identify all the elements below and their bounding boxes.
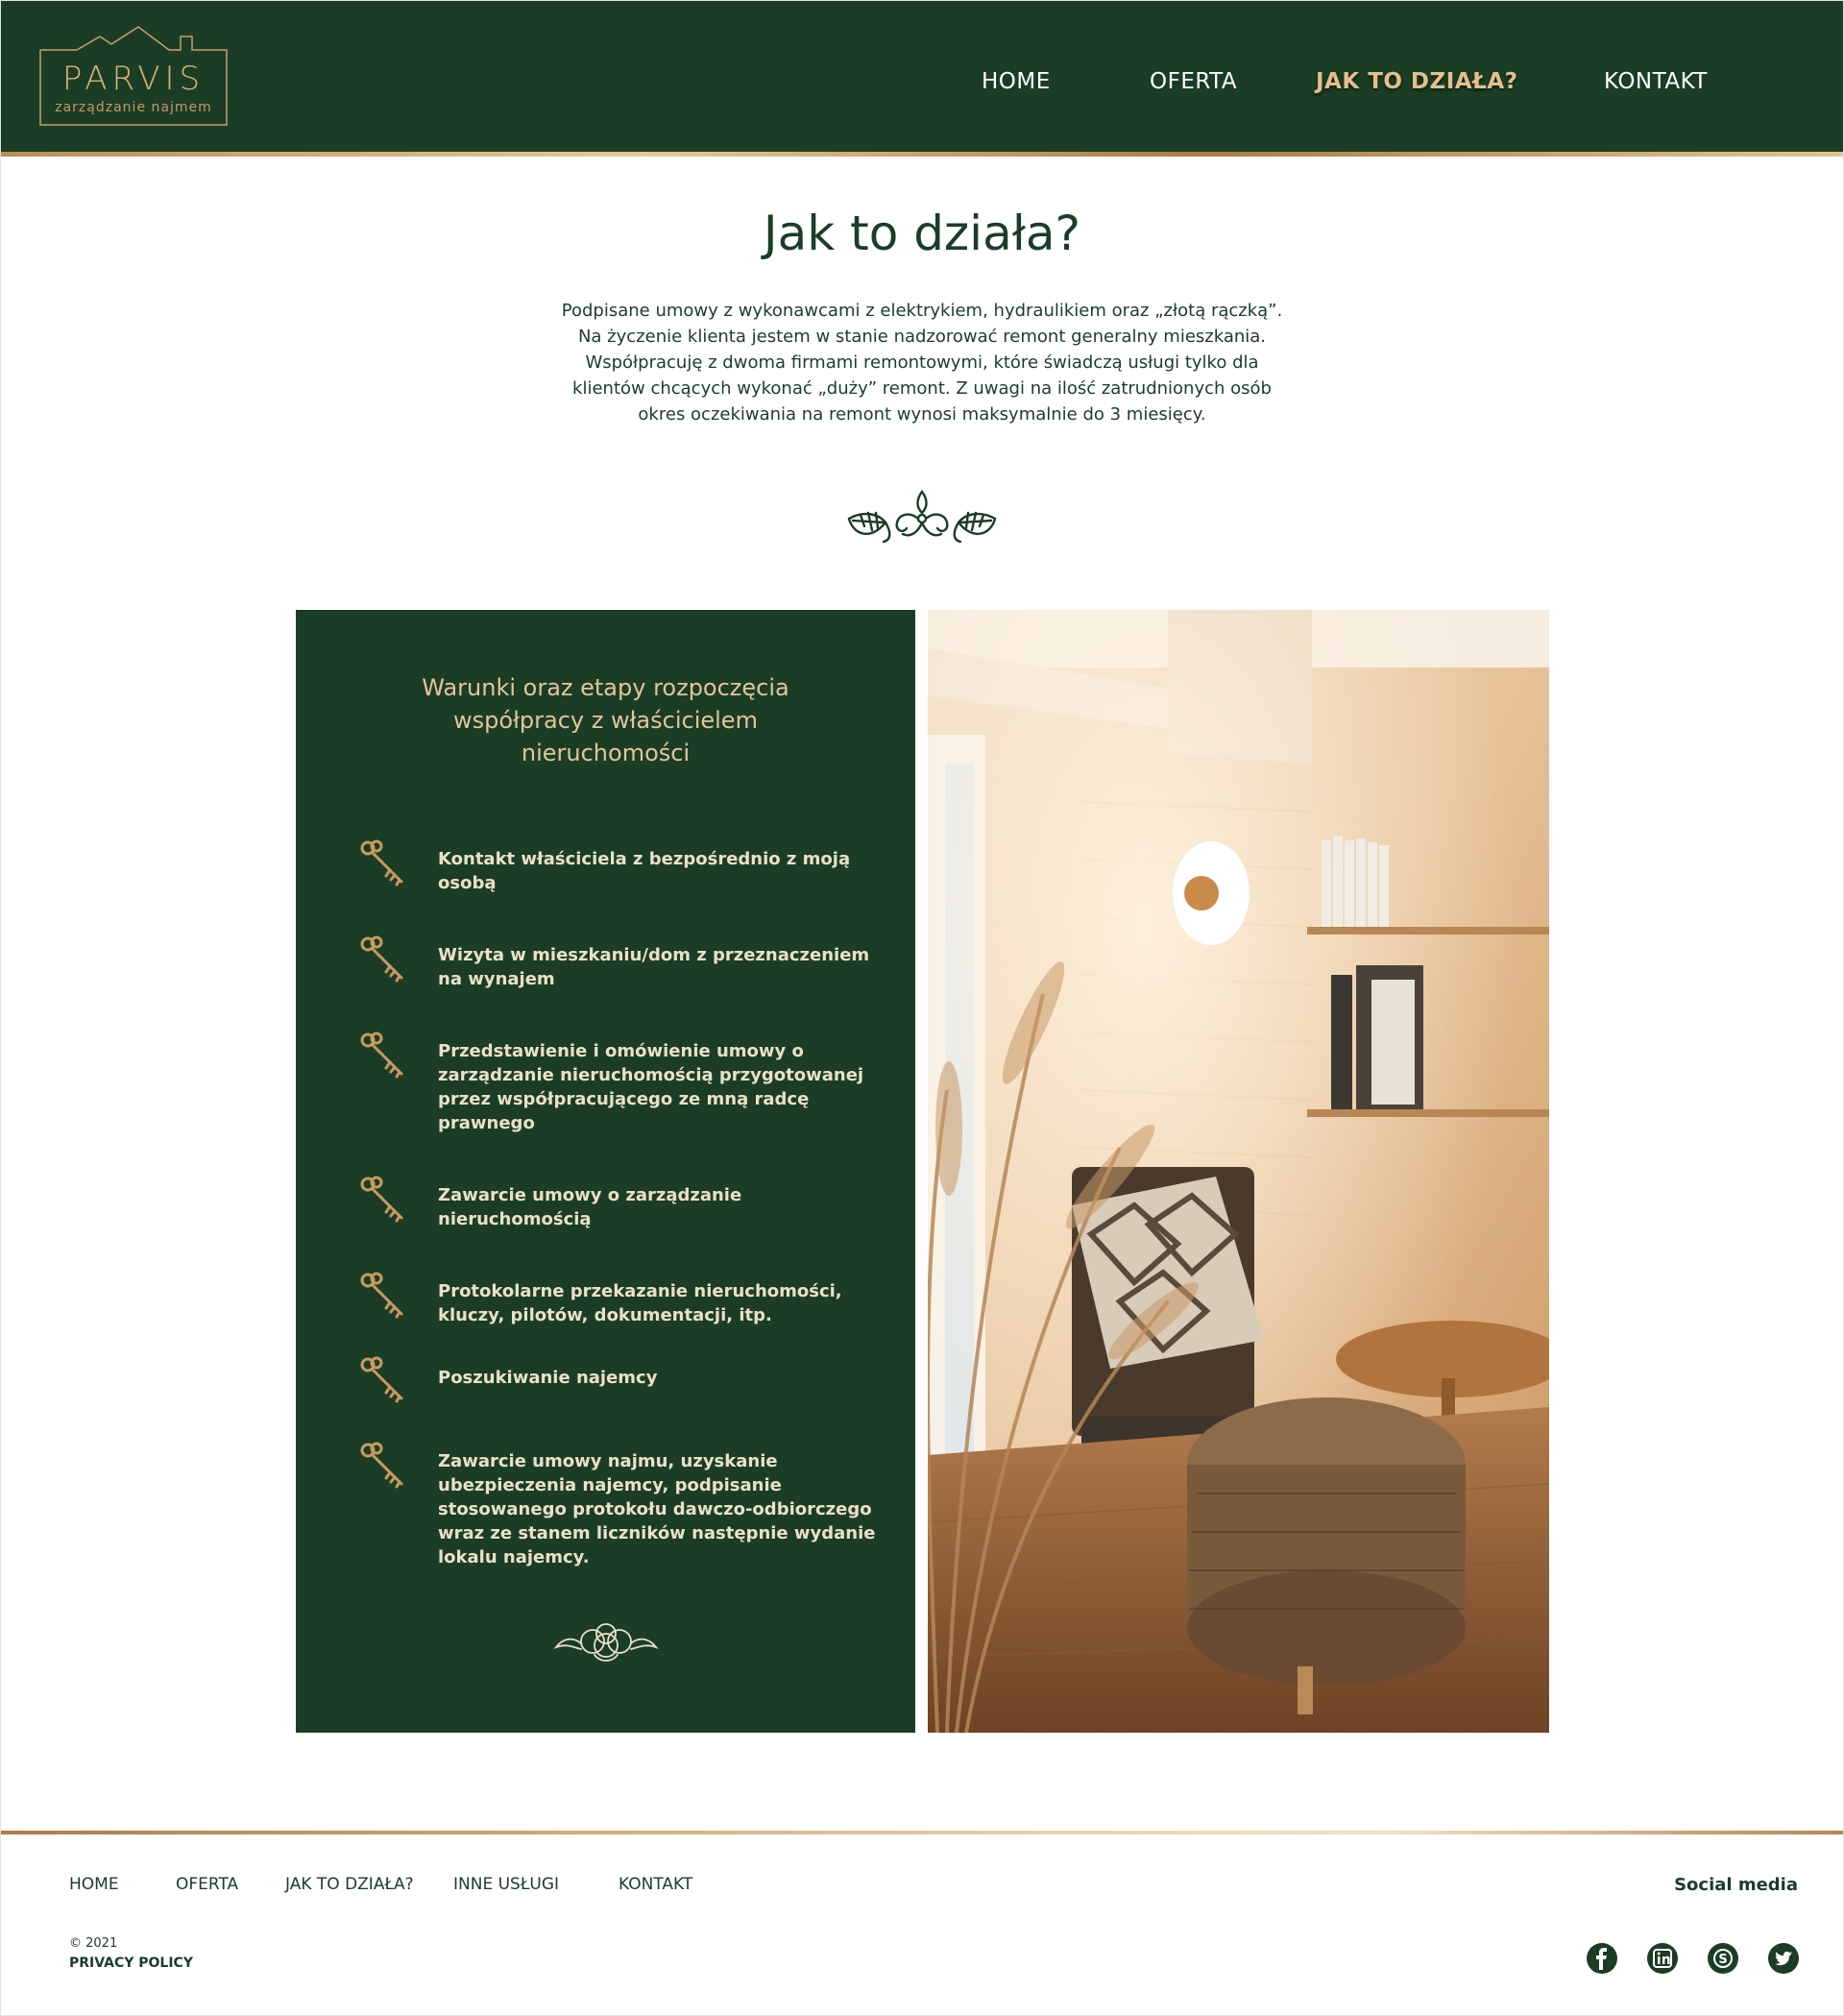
- steps-panel: Warunki oraz etapy rozpoczęcia współprac…: [296, 610, 915, 1733]
- panel-title-line: nieruchomości: [521, 740, 691, 766]
- nav-item-kontakt[interactable]: KONTAKT: [1604, 69, 1708, 94]
- privacy-policy-link[interactable]: PRIVACY POLICY: [69, 1955, 193, 1971]
- intro-line: Podpisane umowy z wykonawcami z elektryk…: [561, 301, 1283, 321]
- intro-line: Na życzenie klienta jestem w stanie nadz…: [577, 327, 1267, 347]
- site-header: PARVIS zarządzanie najmem HOME OFERTA JA…: [0, 0, 1844, 152]
- step-text: Poszukiwanie najemcy: [438, 1366, 657, 1390]
- nav-item-oferta[interactable]: OFERTA: [1150, 69, 1237, 94]
- step-line: Protokolarne przekazanie nieruchomości,: [438, 1281, 842, 1301]
- step-text: Protokolarne przekazanie nieruchomości, …: [438, 1279, 842, 1327]
- step-line: ubezpieczenia najemcy, podpisanie: [438, 1475, 782, 1495]
- social-media-label: Social media: [1674, 1875, 1798, 1895]
- intro-line: Współpracuję z dwoma firmami remontowymi…: [585, 352, 1259, 373]
- step-line: na wynajem: [438, 969, 555, 989]
- footer-link-inne-uslugi[interactable]: INNE USŁUGI: [453, 1875, 559, 1894]
- step-text: Przedstawienie i omówienie umowy o zarzą…: [438, 1039, 863, 1135]
- key-icon: [360, 839, 403, 887]
- footer-link-kontakt[interactable]: KONTAKT: [619, 1875, 692, 1894]
- interior-photo: [928, 610, 1549, 1733]
- step-line: Przedstawienie i omówienie umowy o: [438, 1041, 804, 1061]
- interior-image-icon: [928, 610, 1549, 1733]
- step-line: Zawarcie umowy o zarządzanie: [438, 1185, 742, 1205]
- footer-link-home[interactable]: HOME: [69, 1875, 119, 1894]
- leaf-ornament-icon: [847, 489, 997, 544]
- step-line: Poszukiwanie najemcy: [438, 1368, 658, 1388]
- step-line: Zawarcie umowy najmu, uzyskanie: [438, 1451, 778, 1471]
- panel-title-line: współpracy z właścicielem: [453, 707, 758, 734]
- page-title: Jak to działa?: [763, 206, 1081, 261]
- intro-text: Podpisane umowy z wykonawcami z elektryk…: [538, 298, 1306, 427]
- skype-icon[interactable]: S: [1708, 1943, 1738, 1974]
- facebook-icon[interactable]: [1587, 1943, 1617, 1974]
- intro-line: okres oczekiwania na remont wynosi maksy…: [638, 404, 1206, 425]
- step-line: przez współpracującego ze mną radcę: [438, 1089, 810, 1109]
- svg-text:S: S: [1718, 1953, 1727, 1967]
- key-icon: [360, 1356, 403, 1403]
- step-line: wraz ze stanem liczników następnie wydan…: [438, 1523, 876, 1543]
- step-line: zarządzanie nieruchomością przygotowanej: [438, 1065, 864, 1085]
- step-text: Zawarcie umowy o zarządzanie nieruchomoś…: [438, 1183, 741, 1231]
- key-icon: [360, 1032, 403, 1079]
- footer-link-oferta[interactable]: OFERTA: [176, 1875, 238, 1894]
- header-divider: [0, 152, 1844, 157]
- step-line: nieruchomością: [438, 1209, 592, 1229]
- step-text: Kontakt właściciela z bezpośrednio z moj…: [438, 847, 850, 895]
- key-icon: [360, 935, 403, 983]
- step-line: osobą: [438, 873, 497, 893]
- panel-title: Warunki oraz etapy rozpoczęcia współprac…: [382, 671, 829, 769]
- linkedin-icon[interactable]: [1647, 1943, 1678, 1974]
- step-line: lokalu najemcy.: [438, 1547, 590, 1567]
- step-line: prawnego: [438, 1113, 535, 1133]
- footer-link-jak-to-dziala[interactable]: JAK TO DZIAŁA?: [285, 1875, 414, 1894]
- step-line: Wizyta w mieszkaniu/dom z przeznaczeniem: [438, 945, 870, 965]
- step-line: kluczy, pilotów, dokumentacji, itp.: [438, 1305, 772, 1325]
- nav-item-home[interactable]: HOME: [982, 69, 1051, 94]
- step-line: stosowanego protokołu dawczo-odbiorczego: [438, 1499, 872, 1519]
- step-text: Zawarcie umowy najmu, uzyskanie ubezpiec…: [438, 1449, 876, 1569]
- nav-item-jak-to-dziala[interactable]: JAK TO DZIAŁA?: [1316, 69, 1517, 94]
- twitter-icon[interactable]: [1768, 1943, 1799, 1974]
- panel-title-line: Warunki oraz etapy rozpoczęcia: [422, 674, 789, 701]
- flourish-ornament-icon: [553, 1623, 659, 1662]
- footer-nav: HOME OFERTA JAK TO DZIAŁA? INNE USŁUGI K…: [0, 1875, 1844, 1904]
- footer-divider: [0, 1831, 1844, 1834]
- copyright: © 2021: [69, 1936, 118, 1951]
- key-icon: [360, 1176, 403, 1223]
- step-text: Wizyta w mieszkaniu/dom z przeznaczeniem…: [438, 943, 869, 991]
- key-icon: [360, 1272, 403, 1319]
- key-icon: [360, 1442, 403, 1489]
- intro-line: klientów chcących wykonać „duży” remont.…: [572, 378, 1272, 399]
- main-nav: HOME OFERTA JAK TO DZIAŁA? KONTAKT: [0, 69, 1844, 108]
- step-line: Kontakt właściciela z bezpośrednio z moj…: [438, 849, 851, 869]
